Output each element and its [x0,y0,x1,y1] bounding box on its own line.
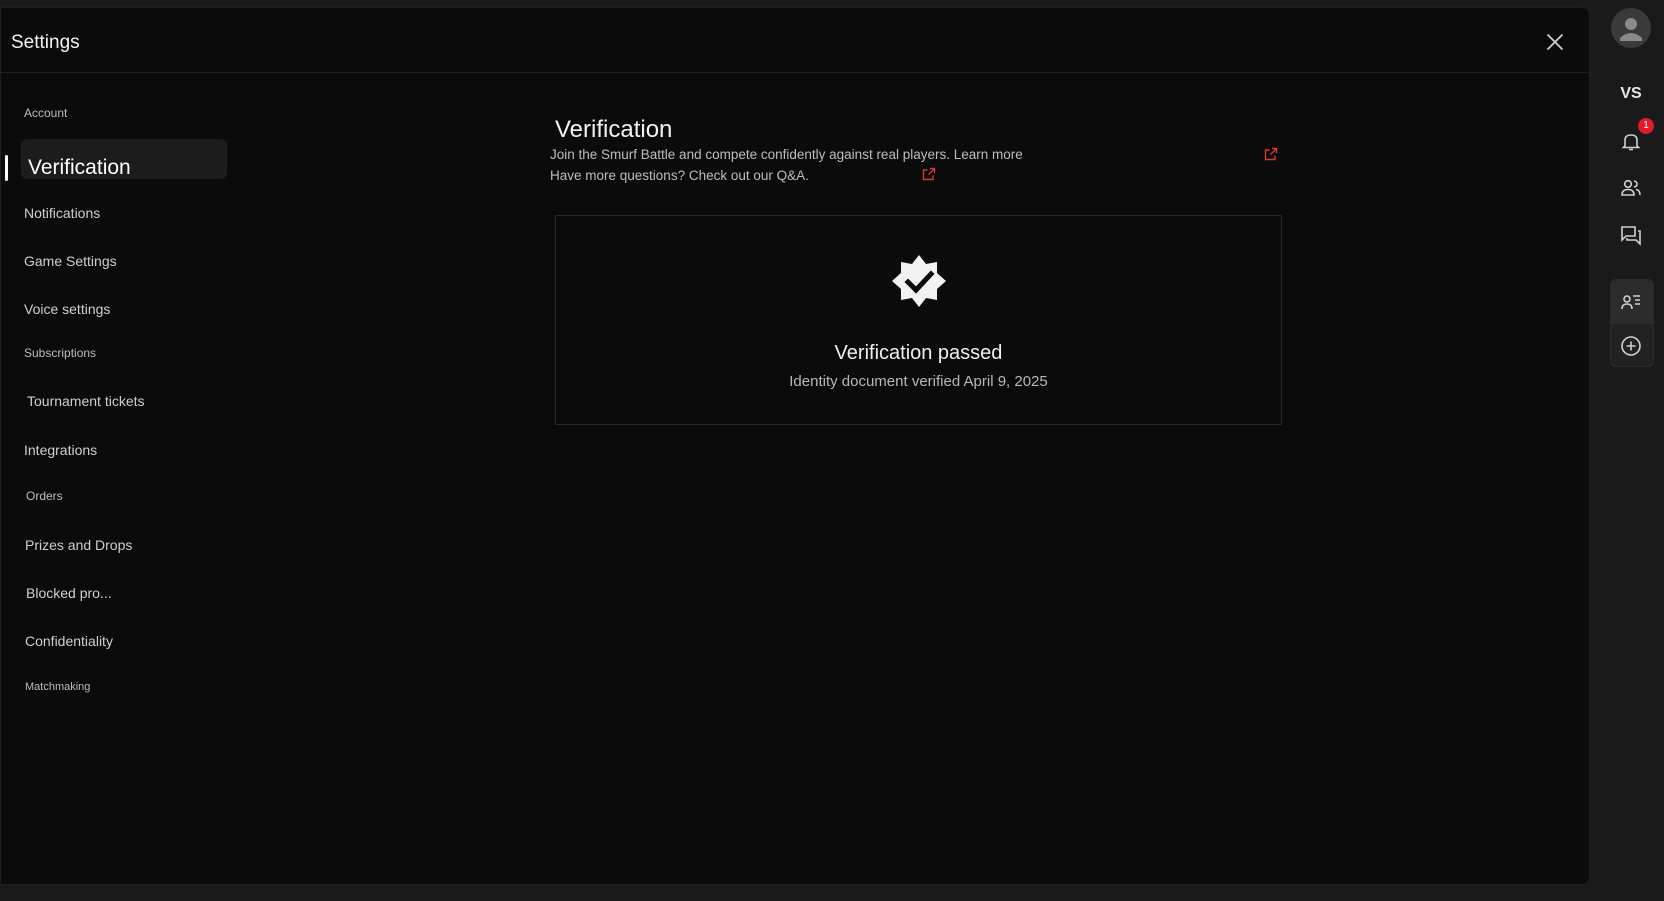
sidebar-item-tournament-tickets[interactable]: Tournament tickets [27,393,145,409]
people-icon [1621,179,1641,196]
contacts-button[interactable] [1619,290,1643,314]
sidebar-item-voice-settings[interactable]: Voice settings [24,301,110,317]
verification-status-subtitle: Identity document verified April 9, 2025 [789,373,1048,390]
vs-button[interactable]: VS [1598,85,1664,103]
right-rail: VS 1 [1598,0,1664,901]
notifications-button[interactable] [1619,129,1643,153]
sidebar-item-game-settings[interactable]: Game Settings [24,253,117,269]
external-link-icon [1264,147,1278,161]
avatar[interactable] [1611,8,1651,48]
close-icon [1547,34,1563,50]
verified-badge-icon [892,255,946,307]
modal-header: Settings [1,8,1589,73]
verification-status-title: Verification passed [834,342,1003,364]
sidebar-item-matchmaking[interactable]: Matchmaking [25,681,90,693]
add-button[interactable] [1619,334,1643,358]
sidebar-item-notifications[interactable]: Notifications [24,205,100,221]
modal-title: Settings [11,32,80,53]
chat-icon [1621,226,1641,246]
sidebar-item-subscriptions[interactable]: Subscriptions [24,346,96,360]
sidebar-item-orders[interactable]: Orders [26,489,63,503]
chat-button[interactable] [1619,223,1643,247]
verification-status-card: Verification passed Identity document ve… [555,215,1282,425]
active-indicator [5,155,8,181]
sidebar-item-blocked-profiles[interactable]: Blocked pro... [26,585,112,601]
page-title: Verification [555,116,673,143]
user-icon [1620,18,1642,41]
friends-button[interactable] [1619,176,1643,200]
sidebar-item-prizes-and-drops[interactable]: Prizes and Drops [25,537,132,553]
external-link-icon [922,167,936,181]
notification-count-badge: 1 [1638,118,1654,134]
contacts-list-icon [1621,295,1640,310]
bell-icon [1621,134,1641,151]
sidebar-item-account[interactable]: Account [24,106,67,120]
plus-circle-icon [1621,336,1641,356]
sidebar-item-verification-label: Verification [28,156,131,179]
close-button[interactable] [1543,30,1567,54]
sidebar-item-confidentiality[interactable]: Confidentiality [25,633,113,649]
qa-link[interactable] [922,167,936,181]
description-qa: Have more questions? Check out our Q&A. [550,168,809,183]
description-learn-more: Join the Smurf Battle and compete confid… [550,147,1023,162]
sidebar-item-integrations[interactable]: Integrations [24,442,97,458]
learn-more-link[interactable] [1264,147,1278,161]
settings-modal: Settings Account Verification Notificati… [0,7,1590,885]
